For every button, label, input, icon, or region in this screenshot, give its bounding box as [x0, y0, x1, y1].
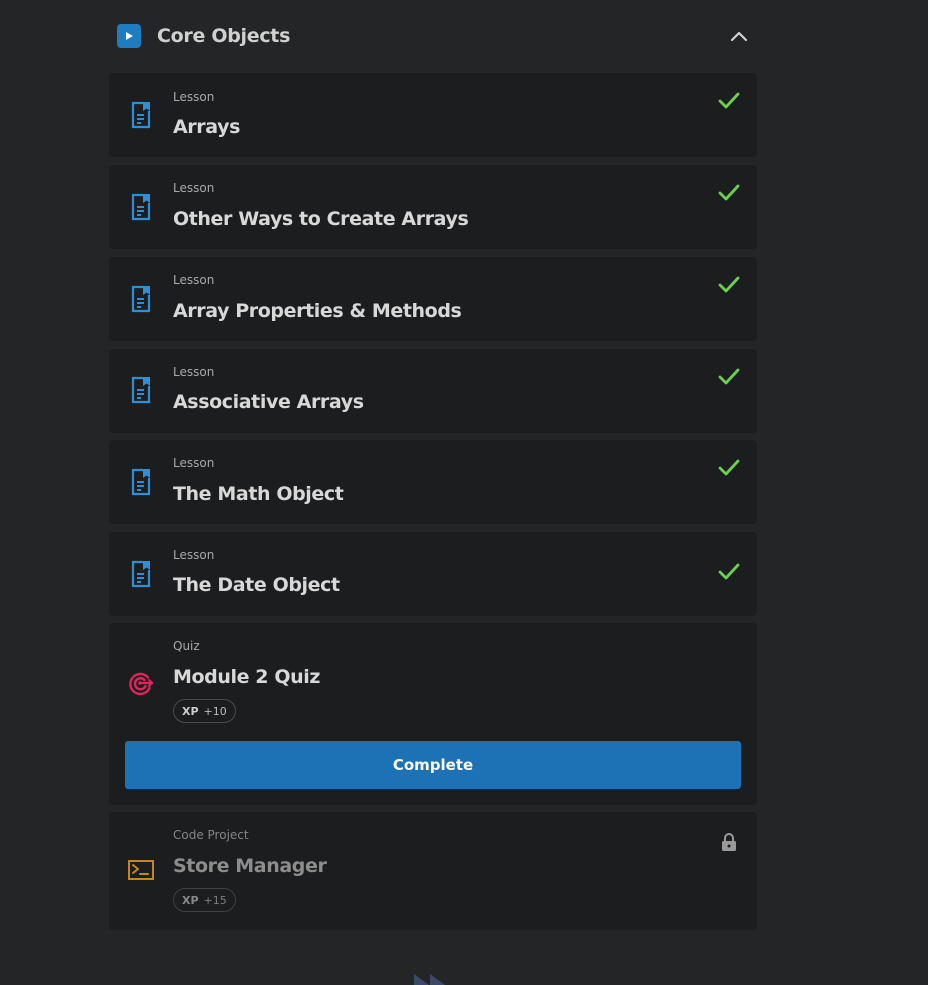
- xp-value: +15: [203, 893, 227, 907]
- lesson-document-icon: [129, 376, 153, 404]
- fast-forward-icon: [412, 972, 448, 985]
- item-title: Store Manager: [173, 855, 327, 877]
- lesson-document-icon: [129, 468, 153, 496]
- xp-label: XP: [182, 704, 199, 718]
- xp-label: XP: [182, 893, 199, 907]
- item-title: Array Properties & Methods: [173, 300, 462, 322]
- terminal-icon: [128, 860, 154, 880]
- item-title: Other Ways to Create Arrays: [173, 208, 469, 230]
- xp-value: +10: [203, 704, 227, 718]
- module-title: Core Objects: [157, 25, 291, 47]
- item-title: The Date Object: [173, 574, 340, 596]
- item-type-label: Lesson: [173, 181, 215, 195]
- lesson-document-icon: [129, 101, 153, 129]
- check-icon: [717, 562, 741, 582]
- module-header[interactable]: Core Objects: [109, 0, 757, 72]
- lesson-item[interactable]: Lesson The Date Object: [109, 532, 757, 616]
- item-type-label: Lesson: [173, 548, 215, 562]
- check-icon: [717, 275, 741, 295]
- item-type-label: Quiz: [173, 639, 200, 653]
- xp-badge: XP +10: [173, 699, 236, 723]
- play-icon: [117, 24, 141, 48]
- item-type-label: Lesson: [173, 365, 215, 379]
- check-icon: [717, 183, 741, 203]
- lesson-item[interactable]: Lesson Array Properties & Methods: [109, 257, 757, 341]
- item-title: Associative Arrays: [173, 391, 364, 413]
- item-title: Arrays: [173, 116, 240, 138]
- lock-icon: [721, 832, 737, 852]
- item-type-label: Code Project: [173, 828, 249, 842]
- item-title: The Math Object: [173, 483, 344, 505]
- target-icon: [128, 670, 154, 696]
- complete-button[interactable]: Complete: [125, 741, 741, 789]
- item-type-label: Lesson: [173, 456, 215, 470]
- code-project-item[interactable]: Code Project Store Manager XP +15: [109, 812, 757, 930]
- lesson-document-icon: [129, 560, 153, 588]
- lesson-document-icon: [129, 193, 153, 221]
- lesson-item[interactable]: Lesson Associative Arrays: [109, 349, 757, 433]
- item-title: Module 2 Quiz: [173, 666, 320, 688]
- lesson-item[interactable]: Lesson Arrays: [109, 73, 757, 157]
- item-type-label: Lesson: [173, 273, 215, 287]
- lesson-item[interactable]: Lesson The Math Object: [109, 440, 757, 524]
- module-section: Core Objects Lesson Arrays Lesson Other …: [109, 0, 757, 930]
- check-icon: [717, 91, 741, 111]
- quiz-item[interactable]: Quiz Module 2 Quiz XP +10 Complete: [109, 623, 757, 805]
- lesson-document-icon: [129, 285, 153, 313]
- xp-badge: XP +15: [173, 888, 236, 912]
- lesson-item[interactable]: Lesson Other Ways to Create Arrays: [109, 165, 757, 249]
- check-icon: [717, 367, 741, 387]
- check-icon: [717, 458, 741, 478]
- chevron-up-icon[interactable]: [725, 22, 753, 50]
- item-type-label: Lesson: [173, 90, 215, 104]
